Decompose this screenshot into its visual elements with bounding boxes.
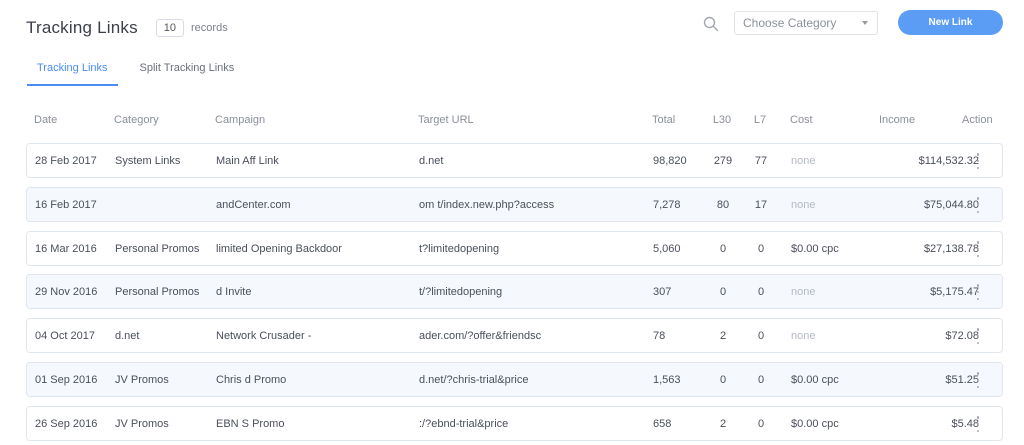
- row-cost: none: [791, 199, 816, 211]
- table-row[interactable]: 04 Oct 2017 d.net Network Crusader - ade…: [26, 318, 1003, 353]
- row-campaign: EBN S Promo: [216, 418, 285, 430]
- row-target-url: om t/index.new.php?access: [419, 199, 555, 211]
- row-l7: 0: [757, 286, 765, 298]
- row-date: 01 Sep 2016: [35, 374, 98, 386]
- tab-bar: Tracking Links Split Tracking Links: [27, 62, 244, 86]
- tab-tracking-links[interactable]: Tracking Links: [27, 62, 118, 86]
- row-category: Personal Promos: [115, 243, 200, 255]
- column-header-total[interactable]: Total: [652, 114, 675, 126]
- row-income: $75,044.80: [923, 199, 979, 211]
- row-date: 04 Oct 2017: [35, 330, 95, 342]
- row-category: d.net: [115, 330, 140, 342]
- table-row[interactable]: 16 Feb 2017 andCenter.com om t/index.new…: [26, 187, 1003, 222]
- row-total: 7,278: [653, 199, 681, 211]
- row-cost: none: [791, 155, 816, 167]
- row-cost: $0.00 cpc: [791, 374, 839, 386]
- row-category: JV Promos: [115, 418, 169, 430]
- category-select[interactable]: Choose Category: [734, 11, 878, 35]
- row-cost: none: [791, 330, 816, 342]
- column-header-category[interactable]: Category: [114, 114, 159, 126]
- row-campaign: Chris d Promo: [216, 374, 287, 386]
- row-cost: $0.00 cpc: [791, 418, 839, 430]
- row-total: 307: [653, 286, 672, 298]
- row-income: $5,175.47: [930, 286, 979, 298]
- column-header-l7[interactable]: L7: [752, 114, 768, 126]
- row-date: 26 Sep 2016: [35, 418, 98, 430]
- row-l7: 0: [757, 374, 765, 386]
- row-target-url: t/?limitedopening: [419, 286, 503, 298]
- row-campaign: andCenter.com: [216, 199, 291, 211]
- row-total: 5,060: [653, 243, 681, 255]
- row-campaign: Main Aff Link: [216, 155, 279, 167]
- tab-split-tracking-links[interactable]: Split Tracking Links: [130, 62, 245, 86]
- row-total: 98,820: [653, 155, 687, 167]
- more-vertical-icon[interactable]: [976, 284, 980, 300]
- page-header: Tracking Links 10 records: [26, 18, 228, 38]
- row-campaign: d Invite: [216, 286, 252, 298]
- more-vertical-icon[interactable]: [976, 416, 980, 432]
- row-category: Personal Promos: [115, 286, 200, 298]
- new-link-button[interactable]: New Link: [898, 10, 1003, 35]
- column-header-cost[interactable]: Cost: [790, 114, 813, 126]
- row-l30: 0: [719, 286, 727, 298]
- category-select-placeholder: Choose Category: [743, 16, 837, 30]
- row-target-url: d.net: [419, 155, 444, 167]
- row-cost: $0.00 cpc: [791, 243, 839, 255]
- row-category: JV Promos: [115, 374, 169, 386]
- table-header: Date Category Campaign Target URL Total …: [26, 114, 1004, 128]
- row-income: $5.48: [951, 418, 979, 430]
- table-row[interactable]: 01 Sep 2016 JV Promos Chris d Promo d.ne…: [26, 362, 1003, 397]
- row-l7: 0: [757, 330, 765, 342]
- table-row[interactable]: 28 Feb 2017 System Links Main Aff Link d…: [26, 143, 1003, 178]
- row-total: 658: [653, 418, 672, 430]
- row-date: 28 Feb 2017: [35, 155, 97, 167]
- row-total: 78: [653, 330, 666, 342]
- more-vertical-icon[interactable]: [976, 328, 980, 344]
- row-target-url: ader.com/?offer&friendsc: [419, 330, 542, 342]
- row-target-url: d.net/?chris-trial&price: [419, 374, 529, 386]
- row-l30: 279: [713, 155, 733, 167]
- row-date: 16 Mar 2016: [35, 243, 97, 255]
- row-total: 1,563: [653, 374, 681, 386]
- row-target-url: t?limitedopening: [419, 243, 500, 255]
- column-header-l30[interactable]: L30: [708, 114, 736, 126]
- column-header-date[interactable]: Date: [34, 114, 57, 126]
- row-income: $51.25: [945, 374, 979, 386]
- row-income: $72.08: [945, 330, 979, 342]
- chevron-down-icon: [862, 21, 868, 25]
- table-row[interactable]: 29 Nov 2016 Personal Promos d Invite t/?…: [26, 274, 1003, 309]
- row-l30: 80: [716, 199, 730, 211]
- row-l7: 0: [757, 418, 765, 430]
- row-l7: 17: [754, 199, 768, 211]
- row-income: $27,138.78: [923, 243, 979, 255]
- more-vertical-icon[interactable]: [976, 197, 980, 213]
- row-l30: 2: [719, 418, 727, 430]
- column-header-target-url[interactable]: Target URL: [418, 114, 474, 126]
- row-target-url: :/?ebnd-trial&price: [419, 418, 509, 430]
- row-category: System Links: [115, 155, 181, 167]
- row-l30: 0: [719, 243, 727, 255]
- column-header-income[interactable]: Income: [879, 114, 915, 126]
- row-date: 29 Nov 2016: [35, 286, 98, 298]
- table-row[interactable]: 16 Mar 2016 Personal Promos limited Open…: [26, 231, 1003, 266]
- column-header-action: Action: [962, 114, 993, 126]
- row-l7: 77: [754, 155, 768, 167]
- row-campaign: limited Opening Backdoor: [216, 243, 342, 255]
- row-l30: 0: [719, 374, 727, 386]
- table-row[interactable]: 26 Sep 2016 JV Promos EBN S Promo :/?ebn…: [26, 406, 1003, 441]
- more-vertical-icon[interactable]: [976, 241, 980, 257]
- more-vertical-icon[interactable]: [976, 153, 980, 169]
- more-vertical-icon[interactable]: [976, 372, 980, 388]
- records-label: records: [191, 22, 228, 34]
- column-header-campaign[interactable]: Campaign: [215, 114, 265, 126]
- row-l30: 2: [719, 330, 727, 342]
- row-l7: 0: [757, 243, 765, 255]
- row-cost: none: [791, 286, 816, 298]
- page-title: Tracking Links: [26, 18, 138, 37]
- row-campaign: Network Crusader -: [216, 330, 312, 342]
- record-count-badge: 10: [155, 19, 185, 37]
- search-icon[interactable]: [703, 16, 719, 32]
- row-date: 16 Feb 2017: [35, 199, 97, 211]
- row-income: $114,532.32: [918, 155, 979, 167]
